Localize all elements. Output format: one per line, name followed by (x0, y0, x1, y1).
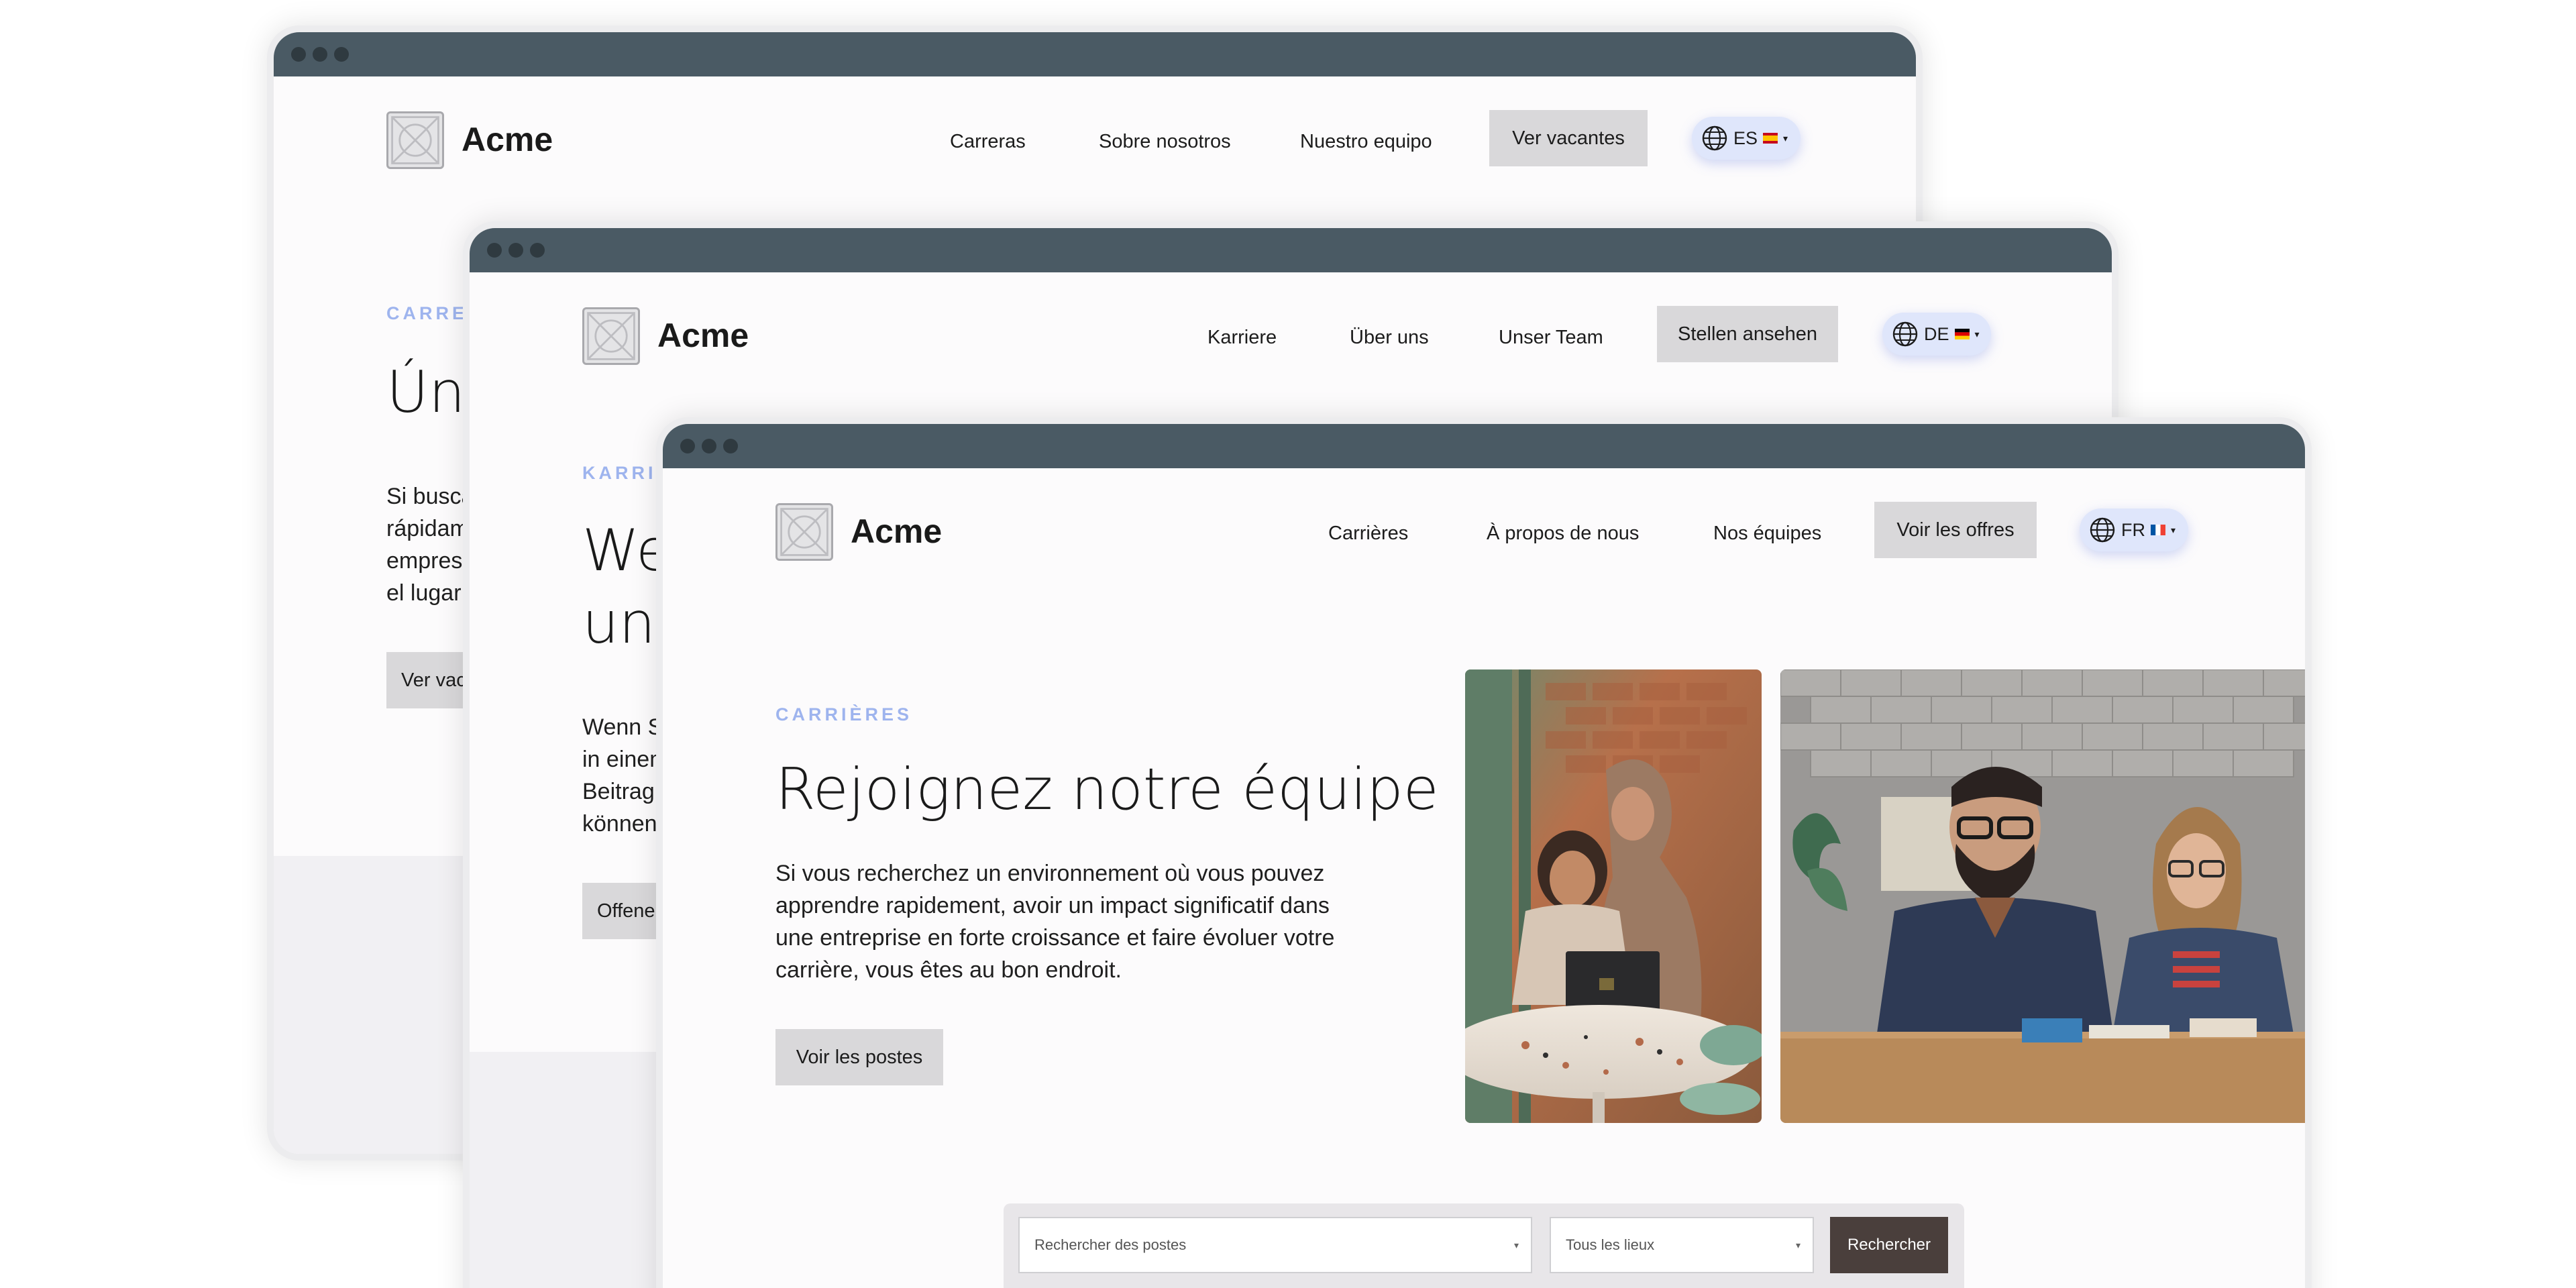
window-close-dot[interactable] (680, 439, 695, 453)
chevron-down-icon: ▾ (2171, 524, 2176, 535)
chevron-down-icon: ▾ (1783, 132, 1788, 144)
window-maximize-dot[interactable] (723, 439, 738, 453)
view-jobs-button[interactable]: Voir les postes (775, 1029, 943, 1085)
team-photo-women-laptop (1465, 669, 1762, 1123)
hero-description: Si vous recherchez un environnement où v… (775, 861, 1335, 983)
site-header: Acme Karriere Über uns Unser Team Stelle… (470, 272, 2112, 407)
logo-placeholder-icon[interactable] (582, 307, 640, 365)
globe-icon (1702, 125, 1727, 151)
language-code: ES (1733, 127, 1758, 148)
germany-flag-icon (1954, 329, 1970, 339)
window-minimize-dot[interactable] (313, 47, 327, 62)
chevron-down-icon: ▾ (1795, 1240, 1801, 1250)
job-search-bar: Rechercher des postes ▾ Tous les lieux ▾… (1004, 1203, 1964, 1288)
nav-link-team[interactable]: Nos équipes (1713, 522, 1821, 545)
nav-link-about[interactable]: Sobre nosotros (1099, 130, 1231, 154)
window-close-dot[interactable] (291, 47, 306, 62)
window-minimize-dot[interactable] (702, 439, 716, 453)
browser-window-fr: Acme Carrières À propos de nous Nos équi… (663, 424, 2305, 1288)
site-header: Acme Carrières À propos de nous Nos équi… (663, 468, 2305, 602)
location-select-value: Tous les lieux (1566, 1236, 1655, 1253)
language-switcher[interactable]: ES ▾ (1692, 117, 1801, 160)
brand-name[interactable]: Acme (462, 115, 553, 164)
nav-link-careers[interactable]: Carreras (950, 130, 1026, 154)
window-controls (487, 243, 545, 258)
view-openings-button[interactable]: Stellen ansehen (1657, 306, 1838, 362)
window-close-dot[interactable] (487, 243, 502, 258)
language-code: FR (2121, 519, 2145, 540)
team-photo-colleagues-desk (1780, 669, 2305, 1123)
hero-description: Si busca rápidam empresa el lugar (386, 484, 476, 606)
job-search-placeholder: Rechercher des postes (1034, 1236, 1187, 1253)
window-maximize-dot[interactable] (334, 47, 349, 62)
job-search-input[interactable]: Rechercher des postes ▾ (1018, 1217, 1532, 1273)
nav-link-about[interactable]: Über uns (1350, 326, 1429, 350)
window-titlebar (470, 228, 2112, 272)
nav-link-about[interactable]: À propos de nous (1487, 522, 1639, 545)
language-switcher[interactable]: DE ▾ (1882, 313, 1991, 356)
nav-link-team[interactable]: Nuestro equipo (1300, 130, 1432, 154)
logo-placeholder-icon[interactable] (775, 503, 833, 561)
window-maximize-dot[interactable] (530, 243, 545, 258)
window-controls (680, 439, 738, 453)
language-code: DE (1924, 323, 1949, 344)
hero-title: Rejoignez notre équipe (775, 756, 1439, 823)
brand-name[interactable]: Acme (851, 507, 942, 556)
careers-eyebrow: KARRIE (582, 463, 672, 483)
chevron-down-icon: ▾ (1974, 328, 1980, 339)
nav-link-careers[interactable]: Carrières (1328, 522, 1408, 545)
nav-link-careers[interactable]: Karriere (1208, 326, 1277, 350)
globe-icon (1892, 321, 1918, 347)
hero-description: Wenn Si in einem Beitrag können, (582, 714, 669, 837)
globe-icon (2090, 517, 2115, 543)
spain-flag-icon (1763, 133, 1778, 144)
window-minimize-dot[interactable] (508, 243, 523, 258)
location-select[interactable]: Tous les lieux ▾ (1550, 1217, 1814, 1273)
logo-placeholder-icon[interactable] (386, 111, 444, 169)
view-openings-button[interactable]: Voir les offres (1874, 502, 2037, 558)
france-flag-icon (2151, 525, 2165, 535)
window-titlebar (663, 424, 2305, 468)
window-controls (291, 47, 349, 62)
view-openings-button[interactable]: Ver vacantes (1489, 110, 1648, 166)
brand-name[interactable]: Acme (657, 311, 749, 360)
language-switcher[interactable]: FR ▾ (2080, 508, 2188, 551)
chevron-down-icon: ▾ (1513, 1240, 1519, 1250)
search-button[interactable]: Rechercher (1830, 1217, 1948, 1273)
careers-eyebrow: CARRIÈRES (775, 704, 913, 724)
nav-link-team[interactable]: Unser Team (1499, 326, 1603, 350)
window-titlebar (274, 32, 1916, 76)
site-header: Acme Carreras Sobre nosotros Nuestro equ… (274, 76, 1916, 211)
